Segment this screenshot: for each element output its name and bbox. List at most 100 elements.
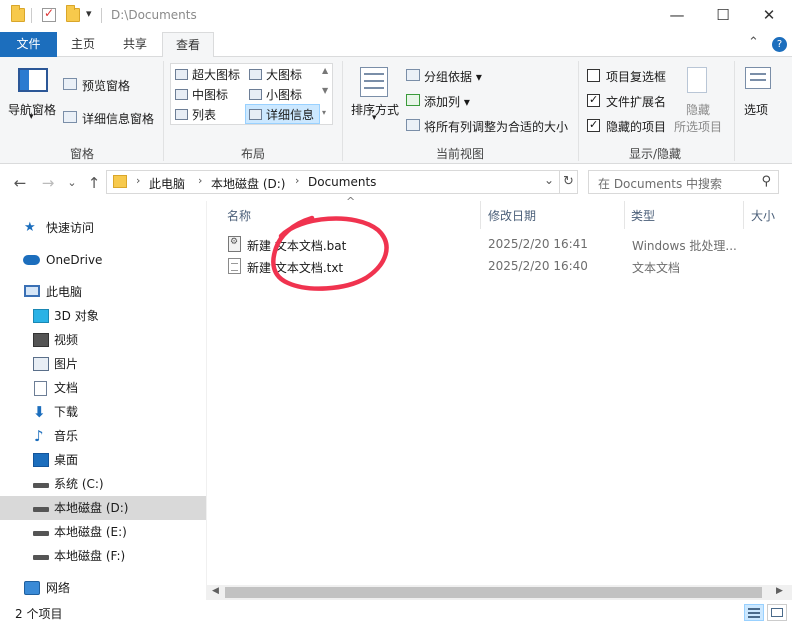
sidebar-item-network[interactable]: 网络 xyxy=(0,576,206,600)
layout-label: 超大图标 xyxy=(192,68,241,82)
group-divider xyxy=(734,61,735,161)
file-modified: 2025/2/20 16:40 xyxy=(488,259,588,273)
recent-locations-button[interactable]: ⌄ xyxy=(62,173,82,193)
scroll-left-icon[interactable]: ◀ xyxy=(212,586,219,596)
forward-button[interactable]: → xyxy=(38,173,58,193)
chevron-right-icon[interactable]: › xyxy=(198,174,202,187)
network-icon xyxy=(24,581,40,595)
details-view-button[interactable] xyxy=(744,604,764,621)
sidebar-item-drive-e[interactable]: 本地磁盘 (E:) xyxy=(0,520,206,544)
sidebar-item-label: 此电脑 xyxy=(46,285,83,299)
back-button[interactable]: ← xyxy=(10,173,30,193)
new-folder-icon[interactable] xyxy=(66,5,80,22)
size-columns-icon xyxy=(406,119,420,131)
sidebar-item-drive-c[interactable]: 系统 (C:) xyxy=(0,472,206,496)
group-divider xyxy=(163,61,164,161)
nav-pane-icon[interactable] xyxy=(18,68,48,92)
sidebar-item-downloads[interactable]: ⬇ 下载 xyxy=(0,400,206,424)
column-header-size[interactable]: 大小 xyxy=(751,207,775,224)
scroll-right-icon[interactable]: ▶ xyxy=(776,586,783,596)
column-divider[interactable] xyxy=(480,201,481,229)
breadcrumb-drive-d[interactable]: 本地磁盘 (D:) xyxy=(211,175,285,192)
column-header-name[interactable]: 名称 xyxy=(227,207,251,224)
add-columns-button[interactable]: 添加列 ▾ xyxy=(424,93,470,110)
search-input[interactable]: 在 Documents 中搜索 xyxy=(598,175,722,192)
scroll-down-icon[interactable]: ▼ xyxy=(322,86,328,95)
layout-label: 详细信息 xyxy=(266,108,315,122)
sidebar-item-videos[interactable]: 视频 xyxy=(0,328,206,352)
size-all-columns-button[interactable]: 将所有列调整为合适的大小 xyxy=(424,118,568,135)
sidebar-item-label: 本地磁盘 (E:) xyxy=(54,525,127,539)
horizontal-scrollbar[interactable]: ◀ ▶ xyxy=(207,585,792,600)
column-divider[interactable] xyxy=(743,201,744,229)
up-button[interactable]: ↑ xyxy=(84,173,104,193)
chevron-right-icon[interactable]: › xyxy=(295,174,299,187)
chevron-down-icon[interactable]: ▾ xyxy=(372,113,377,123)
column-header-type[interactable]: 类型 xyxy=(631,207,655,224)
file-extensions-label[interactable]: 文件扩展名 xyxy=(606,93,666,110)
sidebar-item-quick-access[interactable]: ★ 快速访问 xyxy=(0,216,206,240)
breadcrumb-this-pc[interactable]: 此电脑 xyxy=(149,175,185,192)
sidebar-item-label: 视频 xyxy=(54,333,79,347)
cube-icon xyxy=(33,309,49,323)
expand-gallery-icon[interactable]: ▾ xyxy=(322,108,326,117)
layout-large-icons[interactable]: 大图标 xyxy=(246,65,319,85)
tab-share[interactable]: 共享 xyxy=(109,32,161,57)
address-bar[interactable]: › 此电脑 › 本地磁盘 (D:) › Documents ⌄ xyxy=(106,170,560,194)
layout-extra-large-icons[interactable]: 超大图标 xyxy=(172,65,245,85)
table-row[interactable]: 新建 文本文档.txt 2025/2/20 16:40 文本文档 xyxy=(224,255,792,277)
sidebar-item-this-pc[interactable]: 此电脑 xyxy=(0,280,206,304)
folder-icon[interactable] xyxy=(11,5,25,22)
sidebar-item-onedrive[interactable]: OneDrive xyxy=(0,248,206,272)
search-icon[interactable]: ⚲ xyxy=(761,174,771,189)
minimize-button[interactable]: — xyxy=(654,0,700,32)
sidebar-item-pictures[interactable]: 图片 xyxy=(0,352,206,376)
sidebar-item-documents[interactable]: 文档 xyxy=(0,376,206,400)
tab-home[interactable]: 主页 xyxy=(57,32,109,57)
item-checkboxes-checkbox[interactable] xyxy=(587,69,600,82)
help-icon[interactable]: ? xyxy=(772,37,787,52)
sidebar-item-drive-d[interactable]: 本地磁盘 (D:) xyxy=(0,496,206,520)
add-column-label: 添加列 xyxy=(424,95,461,109)
options-button[interactable]: 选项 xyxy=(744,101,768,118)
hidden-items-label[interactable]: 隐藏的项目 xyxy=(606,118,666,135)
chevron-right-icon[interactable]: › xyxy=(136,174,140,187)
sidebar-item-music[interactable]: ♪ 音乐 xyxy=(0,424,206,448)
folder-icon xyxy=(113,175,127,188)
group-by-button[interactable]: 分组依据 ▾ xyxy=(424,68,482,85)
maximize-button[interactable]: ☐ xyxy=(700,0,746,32)
layout-medium-icons[interactable]: 中图标 xyxy=(172,85,245,105)
quick-access-dropdown-icon[interactable]: ▾ xyxy=(86,7,92,20)
hidden-items-checkbox[interactable] xyxy=(587,118,600,132)
close-button[interactable]: ✕ xyxy=(746,0,792,32)
collapse-ribbon-icon[interactable]: ⌃ xyxy=(748,35,759,50)
breadcrumb-documents[interactable]: Documents xyxy=(308,175,376,189)
sidebar-item-3d-objects[interactable]: 3D 对象 xyxy=(0,304,206,328)
hide-selected-button[interactable]: 隐藏 xyxy=(686,101,710,118)
large-icons-view-button[interactable] xyxy=(767,604,787,621)
sidebar-item-desktop[interactable]: 桌面 xyxy=(0,448,206,472)
properties-icon[interactable] xyxy=(42,6,56,22)
tab-file[interactable]: 文件 xyxy=(0,32,57,57)
column-divider[interactable] xyxy=(624,201,625,229)
layout-details[interactable]: 详细信息 xyxy=(245,104,320,124)
tab-view[interactable]: 查看 xyxy=(162,32,214,58)
address-dropdown-icon[interactable]: ⌄ xyxy=(544,173,554,187)
layout-small-icons[interactable]: 小图标 xyxy=(246,85,319,105)
sidebar-item-label: 本地磁盘 (F:) xyxy=(54,549,126,563)
table-row[interactable]: 新建 文本文档.bat 2025/2/20 16:41 Windows 批处理.… xyxy=(224,233,792,255)
scroll-up-icon[interactable]: ▲ xyxy=(322,66,328,75)
column-header-modified[interactable]: 修改日期 xyxy=(488,207,536,224)
preview-pane-button[interactable]: 预览窗格 xyxy=(82,77,130,94)
group-divider xyxy=(578,61,579,161)
scrollbar-thumb[interactable] xyxy=(225,587,762,598)
chevron-down-icon[interactable]: ▾ xyxy=(29,112,34,122)
details-pane-button[interactable]: 详细信息窗格 xyxy=(82,110,154,127)
sidebar-item-drive-f[interactable]: 本地磁盘 (F:) xyxy=(0,544,206,568)
layout-list[interactable]: 列表 xyxy=(172,105,245,125)
item-checkboxes-label[interactable]: 项目复选框 xyxy=(606,68,666,85)
layout-label: 中图标 xyxy=(192,88,229,102)
refresh-button[interactable]: ↻ xyxy=(560,170,578,194)
search-box[interactable]: 在 Documents 中搜索 ⚲ xyxy=(588,170,779,194)
file-extensions-checkbox[interactable] xyxy=(587,93,600,107)
